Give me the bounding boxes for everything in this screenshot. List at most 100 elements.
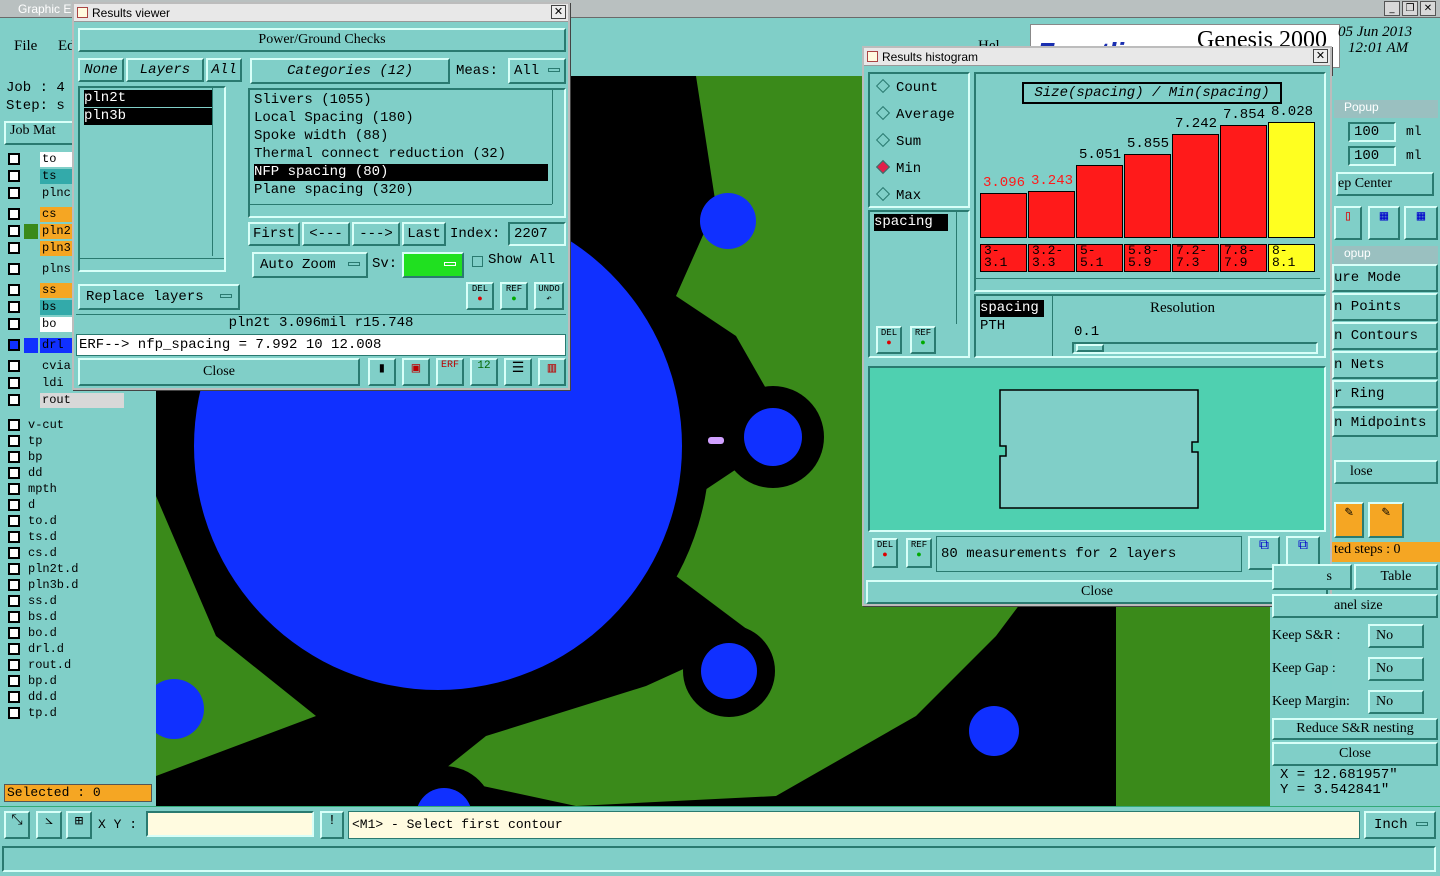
layer-row[interactable]: cs.d — [6, 546, 124, 561]
list-item[interactable]: PTH — [980, 318, 1005, 335]
layer-row[interactable]: pln3b.d — [6, 578, 124, 593]
close-button[interactable]: Close — [78, 358, 360, 386]
measure-list[interactable]: spacing DEL ● REF ● — [868, 210, 970, 358]
layer-row[interactable]: dd — [6, 466, 124, 481]
list-item[interactable]: pln3b — [84, 108, 222, 125]
layer-row[interactable]: pln2t.d — [6, 562, 124, 577]
layer-checkbox[interactable] — [8, 643, 20, 655]
steps-icon[interactable]: 12 — [470, 358, 498, 386]
last-button[interactable]: Last — [402, 222, 446, 246]
layer-row[interactable]: ts.d — [6, 530, 124, 545]
replace-layers-dropdown[interactable]: Replace layers — [78, 284, 240, 310]
categories-list[interactable]: Slivers (1055) Local Spacing (180) Spoke w… — [248, 88, 566, 218]
categories-button[interactable]: Categories (12) — [250, 58, 450, 84]
layer-checkbox[interactable] — [8, 187, 20, 199]
resolution-slider[interactable] — [1072, 342, 1318, 354]
histogram-bar[interactable] — [1028, 191, 1075, 238]
resolution-scrollbar[interactable] — [1052, 296, 1064, 356]
del-button[interactable]: DEL ● — [876, 326, 902, 354]
layer-row[interactable]: mpth — [6, 482, 124, 497]
layer-checkbox[interactable] — [8, 360, 20, 372]
layers-scrollbar-v[interactable] — [212, 88, 224, 256]
layer-row[interactable]: dd.d — [6, 690, 124, 705]
category-item[interactable]: Spoke width (88) — [254, 128, 548, 145]
layer-row[interactable]: bs.d — [6, 610, 124, 625]
menu-file[interactable]: File — [14, 38, 37, 55]
undo-button[interactable]: UNDO ↶ — [534, 282, 564, 310]
histogram-scrollbar[interactable] — [976, 278, 1320, 290]
close-icon[interactable]: ✕ — [1313, 49, 1328, 63]
first-button[interactable]: First — [248, 222, 300, 246]
close-icon[interactable]: ✕ — [1420, 1, 1436, 16]
layers-all-button[interactable]: All — [206, 58, 242, 82]
list-item[interactable]: spacing — [874, 214, 948, 231]
layer-checkbox[interactable] — [8, 627, 20, 639]
layer-checkbox[interactable] — [8, 675, 20, 687]
ml-input-2[interactable]: 100 — [1348, 146, 1396, 166]
layer-row[interactable]: rout — [6, 393, 124, 408]
tool-icon-a[interactable]: ✎ — [1334, 502, 1364, 538]
layer-row[interactable]: bo.d — [6, 626, 124, 641]
results-viewer-titlebar[interactable]: Results viewer ✕ — [74, 4, 568, 22]
next-button[interactable]: ---> — [352, 222, 400, 246]
layers-scrollbar-h[interactable] — [80, 258, 224, 270]
layer-checkbox[interactable] — [8, 691, 20, 703]
layer-checkbox[interactable] — [8, 483, 20, 495]
mode-radio-sum[interactable]: Sum — [875, 132, 921, 150]
power-ground-checks-button[interactable]: Power/Ground Checks — [78, 28, 566, 52]
layer-checkbox[interactable] — [8, 515, 20, 527]
grid-small-icon[interactable]: ▦ — [1368, 206, 1400, 240]
layer-row[interactable]: d — [6, 498, 124, 513]
layer-checkbox[interactable] — [8, 301, 20, 313]
reduce-nesting-button[interactable]: Reduce S&R nesting — [1272, 718, 1438, 740]
layer-checkbox[interactable] — [8, 531, 20, 543]
layer-checkbox[interactable] — [8, 611, 20, 623]
layer-checkbox[interactable] — [8, 563, 20, 575]
layer-checkbox[interactable] — [8, 451, 20, 463]
layer-checkbox[interactable] — [8, 547, 20, 559]
keep-gap-dropdown[interactable]: No — [1368, 657, 1424, 681]
categories-scrollbar-v[interactable] — [552, 90, 564, 204]
layer-checkbox[interactable] — [8, 467, 20, 479]
layer-checkbox[interactable] — [8, 435, 20, 447]
category-item[interactable]: NFP spacing (80) — [254, 164, 548, 181]
keep-margin-dropdown[interactable]: No — [1368, 690, 1424, 714]
ref-button[interactable]: REF ● — [910, 326, 936, 354]
layer-row[interactable]: to.d — [6, 514, 124, 529]
table-button[interactable]: Table — [1354, 564, 1438, 590]
layer-checkbox[interactable] — [8, 225, 20, 237]
layer-checkbox[interactable] — [8, 377, 20, 389]
layer-row[interactable]: tp — [6, 434, 124, 449]
layer-checkbox[interactable] — [8, 659, 20, 671]
prev-button[interactable]: <--- — [302, 222, 350, 246]
layer-row[interactable]: ss.d — [6, 594, 124, 609]
notes-icon[interactable]: ☰ — [504, 358, 532, 386]
panel-size-button[interactable]: anel size — [1272, 594, 1438, 618]
layer-checkbox[interactable] — [8, 595, 20, 607]
del-button[interactable]: DEL ● — [466, 282, 494, 310]
close-icon[interactable]: ✕ — [551, 5, 566, 19]
layers-button[interactable]: Layers — [126, 58, 204, 82]
layer-checkbox[interactable] — [8, 263, 20, 275]
histogram-bar[interactable] — [1076, 165, 1123, 238]
histogram-bar[interactable] — [1172, 134, 1219, 238]
layers-list[interactable]: pln2t pln3b — [78, 86, 226, 272]
mode-button[interactable]: ure Mode — [1332, 264, 1438, 292]
layer-checkbox[interactable] — [8, 394, 20, 406]
grid-icon[interactable]: ⊞ — [66, 811, 92, 839]
measure-scrollbar[interactable] — [956, 212, 968, 324]
layer-row[interactable]: rout.d — [6, 658, 124, 673]
list-item[interactable]: spacing — [980, 300, 1044, 317]
histogram-bar[interactable] — [1268, 122, 1315, 238]
mode-radio-count[interactable]: Count — [875, 78, 938, 96]
histogram-bar[interactable] — [1124, 154, 1171, 238]
categories-scrollbar-h[interactable] — [250, 204, 552, 216]
layers-none-button[interactable]: None — [78, 58, 124, 82]
mode-button[interactable]: r Ring — [1332, 380, 1438, 408]
category-item[interactable]: Local Spacing (180) — [254, 110, 548, 127]
report-icon[interactable]: ▣ — [402, 358, 430, 386]
layer-checkbox[interactable] — [8, 339, 20, 351]
grid-large-icon[interactable]: ▦ — [1404, 206, 1438, 240]
layer-checkbox[interactable] — [8, 499, 20, 511]
layer-checkbox[interactable] — [8, 579, 20, 591]
